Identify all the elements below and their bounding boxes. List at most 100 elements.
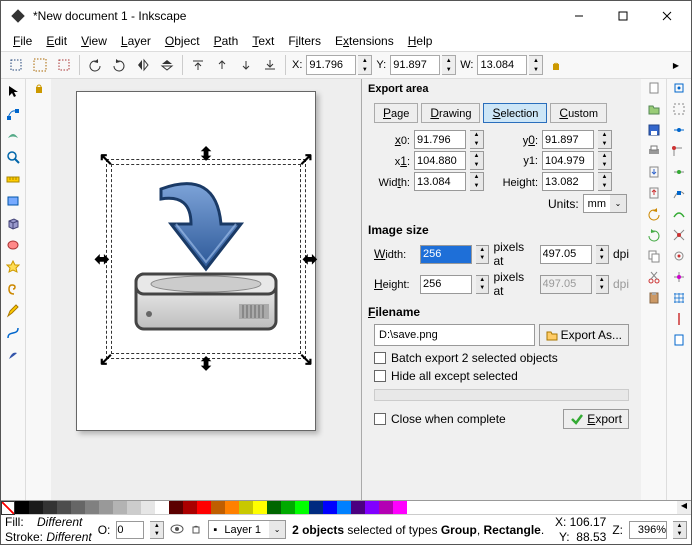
star-tool-icon[interactable] xyxy=(3,257,23,277)
spiral-tool-icon[interactable] xyxy=(3,279,23,299)
layer-lock-icon[interactable] xyxy=(190,522,202,537)
menu-filters[interactable]: Filters xyxy=(282,33,327,49)
bezier-tool-icon[interactable] xyxy=(3,323,23,343)
zoom-input[interactable] xyxy=(629,521,667,539)
swatch[interactable] xyxy=(29,501,43,515)
lower-icon[interactable] xyxy=(235,54,257,76)
img-width-input[interactable] xyxy=(420,245,472,264)
menu-layer[interactable]: Layer xyxy=(115,33,157,49)
snap-rotation-icon[interactable] xyxy=(672,270,686,287)
layer-visibility-icon[interactable] xyxy=(170,523,184,537)
snap-grid-icon[interactable] xyxy=(672,291,686,308)
menu-file[interactable]: File xyxy=(7,33,38,49)
rect-tool-icon[interactable] xyxy=(3,191,23,211)
save-icon[interactable] xyxy=(647,123,661,140)
maximize-button[interactable] xyxy=(601,2,645,30)
snap-intersect-icon[interactable] xyxy=(672,228,686,245)
swatch[interactable] xyxy=(183,501,197,515)
lower-bottom-icon[interactable] xyxy=(259,54,281,76)
menu-extensions[interactable]: Extensions xyxy=(329,33,400,49)
node-tool-icon[interactable] xyxy=(3,103,23,123)
raise-icon[interactable] xyxy=(211,54,233,76)
ah-spin[interactable]: ▲▼ xyxy=(598,172,612,191)
fill-stroke-indicator[interactable]: Fill: Different Stroke: Different xyxy=(5,515,92,544)
snap-midpoint-icon[interactable] xyxy=(672,165,686,182)
swatch[interactable] xyxy=(267,501,281,515)
y0-spin[interactable]: ▲▼ xyxy=(598,130,612,149)
snap-bbox-icon[interactable] xyxy=(672,102,686,119)
handle-se[interactable]: ↘ xyxy=(299,352,313,366)
menu-object[interactable]: Object xyxy=(159,33,206,49)
iw-spin[interactable]: ▲▼ xyxy=(476,245,489,264)
swatch[interactable] xyxy=(155,501,169,515)
handle-n[interactable]: ⬍ xyxy=(199,147,213,161)
aw-spin[interactable]: ▲▼ xyxy=(470,172,484,191)
menu-text[interactable]: Text xyxy=(246,33,280,49)
tab-page[interactable]: Page xyxy=(374,103,418,123)
tab-custom[interactable]: Custom xyxy=(550,103,607,123)
open-icon[interactable] xyxy=(647,102,661,119)
w-input[interactable] xyxy=(477,55,527,75)
handle-sw[interactable]: ↙ xyxy=(99,352,113,366)
swatch[interactable] xyxy=(127,501,141,515)
swatch[interactable] xyxy=(169,501,183,515)
swatch[interactable] xyxy=(225,501,239,515)
ih-spin[interactable]: ▲▼ xyxy=(476,275,489,294)
deselect-icon[interactable] xyxy=(53,54,75,76)
handle-w[interactable]: ⬌ xyxy=(95,252,109,266)
cut-icon[interactable] xyxy=(647,270,661,287)
units-combo[interactable]: mm⌄ xyxy=(583,194,627,213)
canvas[interactable]: ↖ ⬍ ↗ ⬌ ⬌ ↙ ⬍ ↘ xyxy=(51,79,361,500)
snap-path-icon[interactable] xyxy=(672,207,686,224)
x1-spin[interactable]: ▲▼ xyxy=(470,151,484,170)
handle-ne[interactable]: ↗ xyxy=(299,152,313,166)
img-height-input[interactable] xyxy=(420,275,472,294)
selector-tool-icon[interactable] xyxy=(3,81,23,101)
x-spinner[interactable]: ▲▼ xyxy=(358,55,372,75)
snap-center-icon[interactable] xyxy=(672,249,686,266)
export-png-icon[interactable] xyxy=(647,186,661,203)
y1-input[interactable] xyxy=(542,151,594,170)
swatch[interactable] xyxy=(99,501,113,515)
y-input[interactable] xyxy=(390,55,440,75)
swatch[interactable] xyxy=(141,501,155,515)
minimize-button[interactable] xyxy=(557,2,601,30)
snap-page-icon[interactable] xyxy=(672,333,686,350)
dpi1-spin[interactable]: ▲▼ xyxy=(596,245,609,264)
rotate-ccw-icon[interactable] xyxy=(84,54,106,76)
snap-node-icon[interactable] xyxy=(672,186,686,203)
raise-top-icon[interactable] xyxy=(187,54,209,76)
close-button[interactable] xyxy=(645,2,689,30)
select-all-icon[interactable] xyxy=(29,54,51,76)
handle-e[interactable]: ⬌ xyxy=(303,252,317,266)
print-icon[interactable] xyxy=(647,144,661,161)
hide-checkbox[interactable] xyxy=(374,370,386,382)
swatch[interactable] xyxy=(15,501,29,515)
y-spinner[interactable]: ▲▼ xyxy=(442,55,456,75)
calligraphy-tool-icon[interactable] xyxy=(3,345,23,365)
new-doc-icon[interactable] xyxy=(647,81,661,98)
area-width-input[interactable] xyxy=(414,172,466,191)
x-input[interactable] xyxy=(306,55,356,75)
swatch[interactable] xyxy=(43,501,57,515)
paste-icon[interactable] xyxy=(647,291,661,308)
swatch[interactable] xyxy=(351,501,365,515)
palette-menu-icon[interactable]: ◀ xyxy=(677,501,691,515)
box3d-tool-icon[interactable] xyxy=(3,213,23,233)
layer-combo[interactable]: ▪ Layer 1⌄ xyxy=(208,520,286,539)
lock-guides-icon[interactable] xyxy=(32,81,46,98)
swatch[interactable] xyxy=(197,501,211,515)
swatch-none[interactable] xyxy=(1,501,15,515)
export-button[interactable]: Export xyxy=(563,409,629,429)
pencil-tool-icon[interactable] xyxy=(3,301,23,321)
tweak-tool-icon[interactable] xyxy=(3,125,23,145)
handle-s[interactable]: ⬍ xyxy=(199,357,213,371)
flip-h-icon[interactable] xyxy=(132,54,154,76)
dpi1-input[interactable] xyxy=(540,245,592,264)
opacity-spin[interactable]: ▲▼ xyxy=(150,521,164,539)
batch-checkbox[interactable] xyxy=(374,352,386,364)
menu-view[interactable]: View xyxy=(75,33,113,49)
snap-edge-icon[interactable] xyxy=(672,123,686,140)
more-icon[interactable]: ▶ xyxy=(665,54,687,76)
copy-icon[interactable] xyxy=(647,249,661,266)
